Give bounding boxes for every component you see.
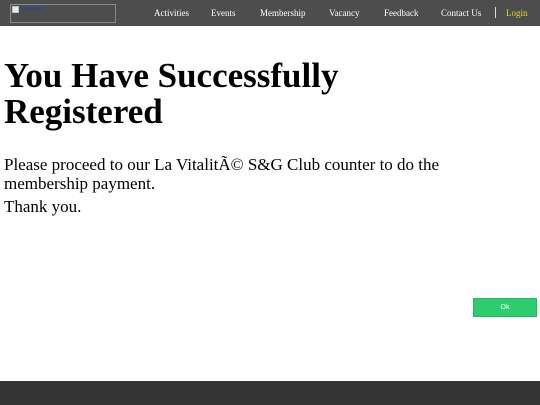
ok-button[interactable]: Ok <box>473 298 537 317</box>
page-title: You Have Successfully Registered <box>4 56 339 131</box>
top-navbar: Lavitalite Activities Events Membership … <box>0 0 540 26</box>
site-logo[interactable]: Lavitalite <box>10 4 116 23</box>
nav-link-feedback[interactable]: Feedback <box>384 8 418 18</box>
nav-link-events[interactable]: Events <box>211 8 236 18</box>
nav-link-contact-us[interactable]: Contact Us <box>441 8 481 18</box>
broken-image-icon <box>12 6 19 13</box>
nav-link-activities[interactable]: Activities <box>154 8 189 18</box>
registration-message: Please proceed to our La VitalitÃ© S&G C… <box>4 155 440 193</box>
logo-alt-text: Lavitalite <box>20 6 43 12</box>
nav-link-vacancy[interactable]: Vacancy <box>329 8 359 18</box>
page-footer <box>0 381 540 405</box>
nav-link-login[interactable]: Login <box>506 8 528 18</box>
thank-you-text: Thank you. <box>4 197 82 216</box>
nav-link-membership[interactable]: Membership <box>260 8 306 18</box>
nav-divider <box>495 7 496 18</box>
